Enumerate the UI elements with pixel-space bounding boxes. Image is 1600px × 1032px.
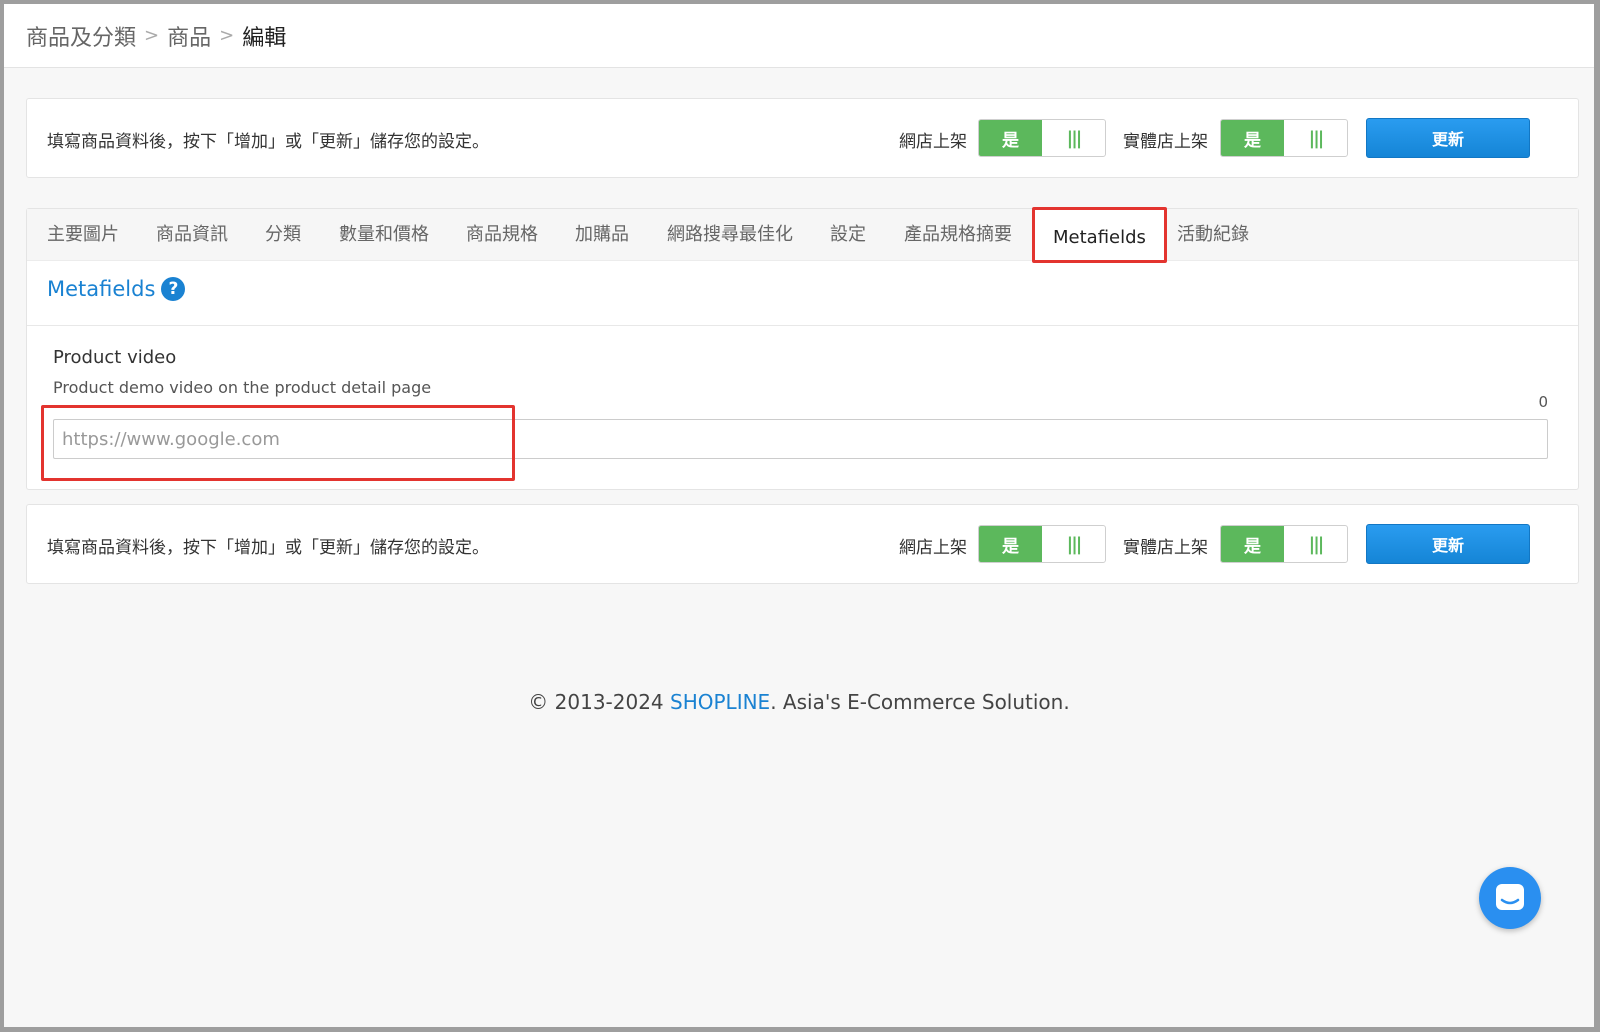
toggle-grip-icon: |||	[1308, 127, 1325, 149]
online-store-toggle[interactable]: 是 |||	[978, 525, 1106, 563]
tab-variations[interactable]: 商品規格	[466, 209, 538, 261]
save-hint: 填寫商品資料後，按下「增加」或「更新」儲存您的設定。	[47, 132, 489, 152]
product-edit-panel: 主要圖片 商品資訊 分類 數量和價格 商品規格 加購品 網路搜尋最佳化 設定 產…	[26, 207, 1579, 490]
chat-icon	[1496, 884, 1524, 910]
breadcrumb-item-categories[interactable]: 商品及分類	[26, 20, 136, 52]
footer-copyright: © 2013-2024	[528, 690, 671, 714]
product-video-description: Product demo video on the product detail…	[53, 378, 432, 397]
footer-brand-link[interactable]: SHOPLINE	[670, 690, 770, 714]
toggle-grip-icon: |||	[1066, 533, 1083, 555]
breadcrumb-separator: >	[219, 25, 235, 46]
retail-store-toggle[interactable]: 是 |||	[1220, 119, 1348, 157]
toggle-on-label: 是	[1221, 120, 1284, 156]
save-bar-bottom: 填寫商品資料後，按下「增加」或「更新」儲存您的設定。 網店上架 是 ||| 實體…	[26, 504, 1579, 584]
update-button[interactable]: 更新	[1366, 118, 1530, 158]
breadcrumb-item-products[interactable]: 商品	[167, 20, 211, 52]
tab-quantity-price[interactable]: 數量和價格	[339, 209, 429, 261]
toggle-on-label: 是	[1221, 526, 1284, 562]
breadcrumb: 商品及分類 > 商品 > 編輯	[4, 4, 1594, 68]
retail-store-toggle[interactable]: 是 |||	[1220, 525, 1348, 563]
breadcrumb-separator: >	[144, 25, 160, 46]
save-bar-top: 填寫商品資料後，按下「增加」或「更新」儲存您的設定。 網店上架 是 ||| 實體…	[26, 98, 1579, 178]
footer: © 2013-2024 SHOPLINE. Asia's E-Commerce …	[4, 690, 1594, 714]
tab-settings[interactable]: 設定	[830, 209, 866, 261]
tab-seo[interactable]: 網路搜尋最佳化	[667, 209, 793, 261]
question-circle-icon[interactable]: ?	[161, 277, 186, 301]
online-store-label: 網店上架	[899, 132, 967, 152]
tab-categories[interactable]: 分類	[265, 209, 301, 261]
product-video-input[interactable]	[53, 419, 1548, 459]
tab-spec-summary[interactable]: 產品規格摘要	[904, 209, 1012, 261]
product-video-label: Product video	[53, 347, 177, 368]
section-title: Metafields ?	[47, 277, 186, 301]
online-store-label: 網店上架	[899, 538, 967, 558]
tab-bar: 主要圖片 商品資訊 分類 數量和價格 商品規格 加購品 網路搜尋最佳化 設定 產…	[27, 207, 1578, 263]
toggle-grip-icon: |||	[1066, 127, 1083, 149]
retail-store-label: 實體店上架	[1123, 538, 1208, 558]
app-frame: 商品及分類 > 商品 > 編輯 填寫商品資料後，按下「增加」或「更新」儲存您的設…	[4, 4, 1594, 1027]
tab-add-on-items[interactable]: 加購品	[575, 209, 629, 261]
breadcrumb-current: 編輯	[242, 25, 287, 51]
toggle-grip-icon: |||	[1308, 533, 1325, 555]
tab-activity-log[interactable]: 活動紀錄	[1177, 209, 1249, 261]
section-title-text: Metafields	[47, 277, 156, 301]
online-store-toggle[interactable]: 是 |||	[978, 119, 1106, 157]
footer-tagline: . Asia's E-Commerce Solution.	[770, 690, 1070, 714]
char-count: 0	[1538, 393, 1548, 411]
toggle-on-label: 是	[979, 120, 1042, 156]
tab-product-info[interactable]: 商品資訊	[156, 209, 228, 261]
tab-main-images[interactable]: 主要圖片	[47, 209, 119, 261]
chat-launcher-button[interactable]	[1479, 867, 1541, 929]
retail-store-label: 實體店上架	[1123, 132, 1208, 152]
toggle-on-label: 是	[979, 526, 1042, 562]
tab-metafields[interactable]: Metafields	[1032, 207, 1167, 263]
update-button[interactable]: 更新	[1366, 524, 1530, 564]
save-hint: 填寫商品資料後，按下「增加」或「更新」儲存您的設定。	[47, 538, 489, 558]
section-divider	[27, 325, 1578, 326]
